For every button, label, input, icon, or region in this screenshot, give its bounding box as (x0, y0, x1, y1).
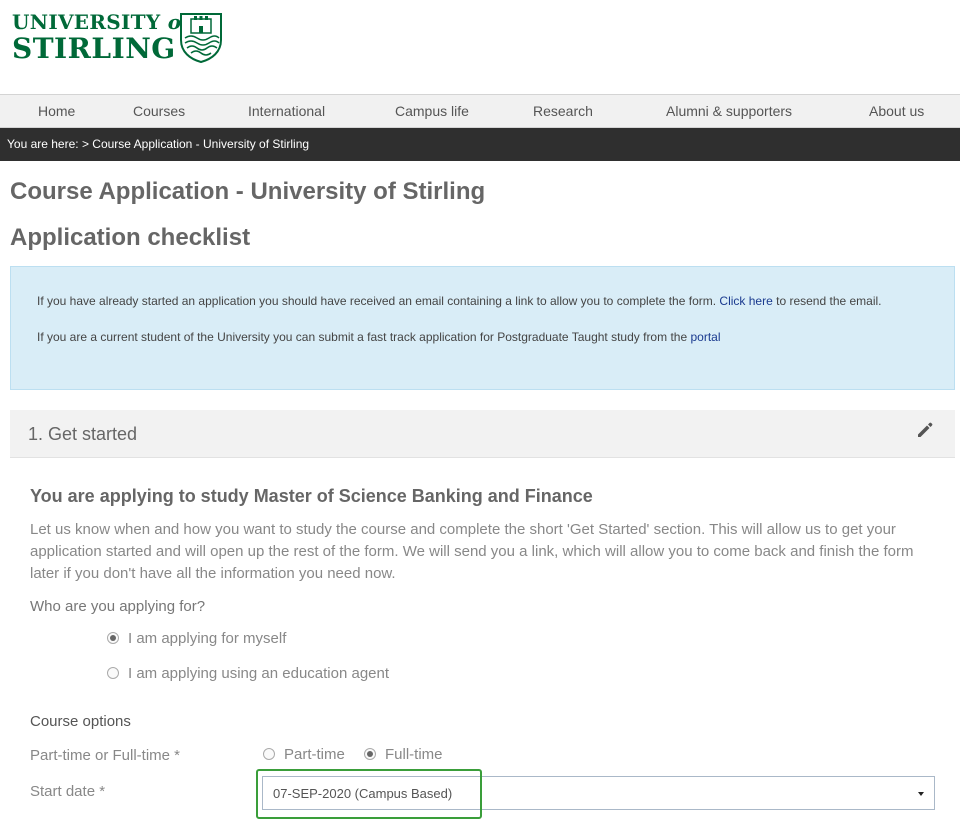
radio-label: I am applying using an education agent (128, 664, 390, 682)
start-date-value: 07-SEP-2020 (Campus Based) (273, 786, 453, 801)
nav-item-research[interactable]: Research (533, 95, 593, 127)
radio-part-time[interactable]: Part-time (263, 744, 345, 764)
radio-button-checked[interactable] (364, 748, 376, 760)
radio-applying-myself[interactable]: I am applying for myself (107, 628, 286, 648)
radio-button[interactable] (107, 667, 119, 679)
breadcrumb: You are here: > Course Application - Uni… (0, 128, 960, 161)
nav-item-home[interactable]: Home (38, 95, 75, 127)
info-alert: If you have already started an applicati… (10, 266, 955, 390)
radio-applying-agent[interactable]: I am applying using an education agent (107, 663, 389, 683)
info-line-portal: If you are a current student of the Univ… (37, 330, 721, 344)
info-line-resend: If you have already started an applicati… (37, 294, 882, 308)
radio-button-checked[interactable] (107, 632, 119, 644)
page-title: Course Application - University of Stirl… (10, 178, 486, 205)
start-date-label: Start date * (30, 783, 106, 800)
crest-icon (180, 13, 222, 64)
checklist-title: Application checklist (10, 224, 251, 251)
intro-paragraph: Let us know when and how you want to stu… (30, 521, 914, 582)
click-here-link[interactable]: Click here (719, 294, 772, 308)
nav-item-about-us[interactable]: About us (869, 95, 924, 127)
logo-line-university: UNIVERSITY of (12, 10, 191, 34)
section-title: 1. Get started (28, 424, 138, 444)
caret-down-icon (918, 792, 924, 796)
nav-item-alumni-supporters[interactable]: Alumni & supporters (666, 95, 792, 127)
radio-label: Full-time (385, 745, 443, 763)
nav-item-campus-life[interactable]: Campus life (395, 95, 469, 127)
logo-line-stirling: STIRLING (12, 32, 176, 65)
nav-item-courses[interactable]: Courses (133, 95, 185, 127)
radio-full-time[interactable]: Full-time (364, 744, 443, 764)
start-date-select[interactable]: 07-SEP-2020 (Campus Based) (262, 776, 935, 810)
mode-label: Part-time or Full-time * (30, 747, 181, 764)
portal-link[interactable]: portal (690, 330, 720, 344)
applying-to-study-heading: You are applying to study Master of Scie… (30, 486, 593, 506)
university-logo[interactable]: UNIVERSITY of STIRLING (12, 10, 242, 70)
nav-item-international[interactable]: International (248, 95, 325, 127)
site-header: UNIVERSITY of STIRLING (0, 0, 960, 94)
main-navigation: Home Courses International Campus life R… (0, 94, 960, 128)
course-options-heading: Course options (30, 713, 131, 730)
radio-label: I am applying for myself (128, 629, 287, 647)
pencil-icon[interactable] (915, 420, 935, 440)
radio-label: Part-time (284, 745, 345, 763)
who-applying-label: Who are you applying for? (30, 598, 206, 615)
radio-button[interactable] (263, 748, 275, 760)
get-started-section-header[interactable]: 1. Get started (10, 410, 955, 458)
